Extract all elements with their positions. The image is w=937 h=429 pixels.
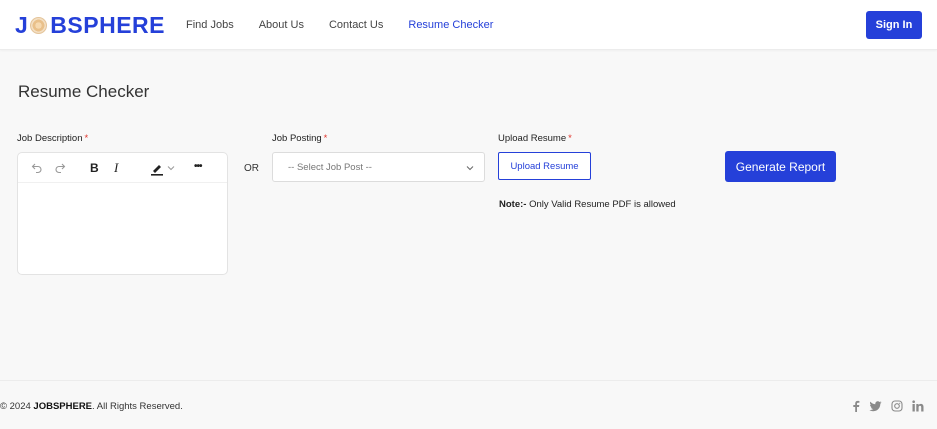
main-nav: Find Jobs About Us Contact Us Resume Che… xyxy=(186,0,493,50)
select-placeholder: -- Select Job Post -- xyxy=(288,162,372,173)
nav-about-us[interactable]: About Us xyxy=(259,19,304,31)
required-mark: * xyxy=(323,133,328,144)
brand-suffix: BSPHERE xyxy=(50,11,165,38)
linkedin-icon[interactable] xyxy=(912,400,924,412)
job-description-label: Job Description * xyxy=(17,133,89,144)
page-title: Resume Checker xyxy=(18,82,150,101)
bold-icon[interactable]: B xyxy=(90,161,99,175)
required-mark: * xyxy=(568,133,572,144)
facebook-icon[interactable] xyxy=(852,400,860,412)
nav-contact-us[interactable]: Contact Us xyxy=(329,19,383,31)
header: J BSPHERE Find Jobs About Us Contact Us … xyxy=(0,0,937,50)
footer: © 2024 JOBSPHERE. All Rights Reserved. xyxy=(0,380,937,429)
copyright-text: © 2024 JOBSPHERE. All Rights Reserved. xyxy=(0,401,183,412)
more-icon[interactable]: ••• xyxy=(194,160,202,174)
or-separator: OR xyxy=(244,163,259,174)
brand-prefix: J xyxy=(15,11,29,38)
brand-logo[interactable]: J BSPHERE xyxy=(15,9,165,41)
editor-toolbar: B I ••• xyxy=(18,153,227,183)
generate-report-button[interactable]: Generate Report xyxy=(725,151,836,182)
job-description-editor[interactable]: B I ••• xyxy=(17,152,228,275)
job-posting-label: Job Posting * xyxy=(272,133,328,144)
sign-in-button[interactable]: Sign In xyxy=(866,11,922,39)
upload-resume-label: Upload Resume * xyxy=(498,133,572,144)
italic-icon[interactable]: I xyxy=(114,161,118,175)
social-links xyxy=(852,400,924,412)
nav-resume-checker[interactable]: Resume Checker xyxy=(408,19,493,31)
redo-icon[interactable] xyxy=(54,162,66,174)
instagram-icon[interactable] xyxy=(891,400,903,412)
upload-resume-button[interactable]: Upload Resume xyxy=(498,152,591,180)
job-post-select[interactable]: -- Select Job Post -- xyxy=(272,152,485,182)
twitter-icon[interactable] xyxy=(869,400,882,412)
highlighter-icon[interactable] xyxy=(150,162,164,176)
chevron-down-icon xyxy=(466,166,474,171)
chevron-down-icon[interactable] xyxy=(167,164,175,172)
nav-find-jobs[interactable]: Find Jobs xyxy=(186,19,234,31)
required-mark: * xyxy=(84,133,89,144)
undo-icon[interactable] xyxy=(31,162,43,174)
globe-icon xyxy=(30,16,48,34)
upload-note: Note:- Only Valid Resume PDF is allowed xyxy=(499,199,676,210)
